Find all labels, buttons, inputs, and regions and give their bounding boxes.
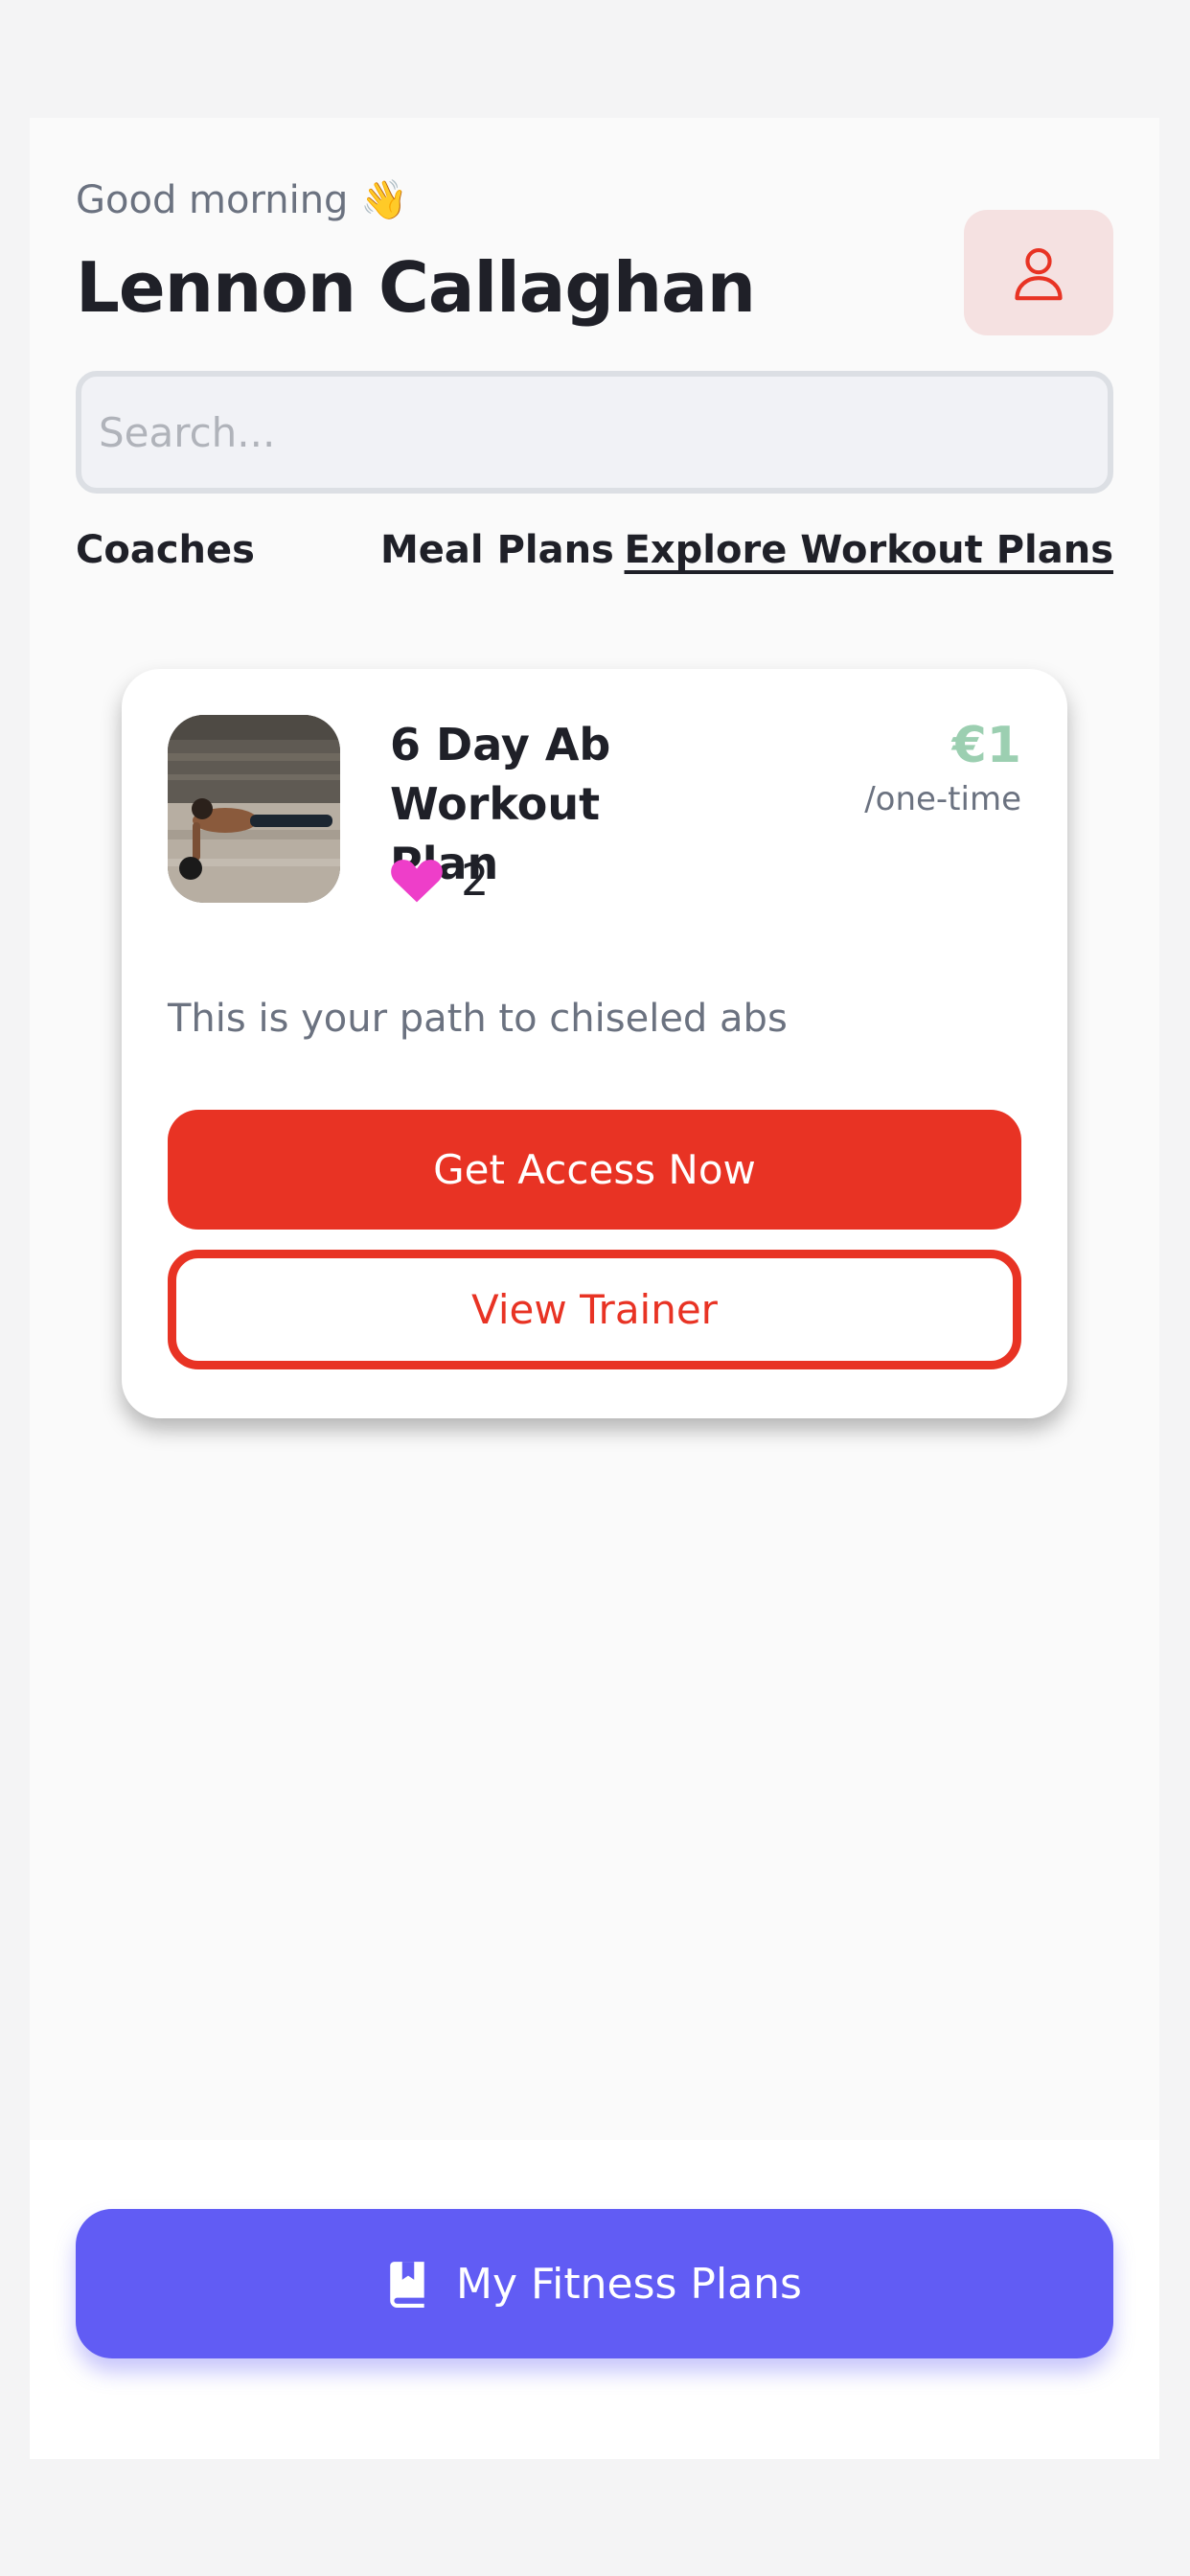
profile-button[interactable] <box>964 210 1113 335</box>
plan-description: This is your path to chiseled abs <box>168 997 788 1041</box>
tab-coaches[interactable]: Coaches <box>76 528 255 572</box>
plan-thumbnail <box>168 715 340 903</box>
get-access-button[interactable]: Get Access Now <box>168 1110 1021 1230</box>
likes-count: 2 <box>461 854 490 906</box>
search-input[interactable] <box>76 371 1113 494</box>
price: €1 <box>951 717 1021 774</box>
likes: 2 <box>390 851 489 908</box>
tab-explore-workout-plans[interactable]: Explore Workout Plans <box>625 528 1113 572</box>
my-fitness-plans-label: My Fitness Plans <box>456 2259 802 2309</box>
my-fitness-plans-button[interactable]: My Fitness Plans <box>76 2209 1113 2358</box>
user-icon <box>1015 247 1063 300</box>
app-screen: Good morning 👋 Lennon Callaghan Coaches … <box>30 118 1159 2459</box>
greeting-text: Good morning 👋 <box>76 178 408 222</box>
book-icon <box>390 2262 424 2308</box>
user-name: Lennon Callaghan <box>76 247 756 328</box>
heart-icon[interactable] <box>390 856 444 904</box>
tab-meal-plans[interactable]: Meal Plans <box>380 528 614 572</box>
bottom-bar: My Fitness Plans <box>30 2140 1159 2459</box>
workout-plan-card[interactable]: 6 Day Ab Workout Plan 2 €1 /one-time Thi… <box>122 669 1067 1418</box>
view-trainer-button[interactable]: View Trainer <box>168 1250 1021 1369</box>
price-term: /one-time <box>864 780 1021 818</box>
category-tabs: Coaches Meal Plans Explore Workout Plans <box>76 528 1113 586</box>
